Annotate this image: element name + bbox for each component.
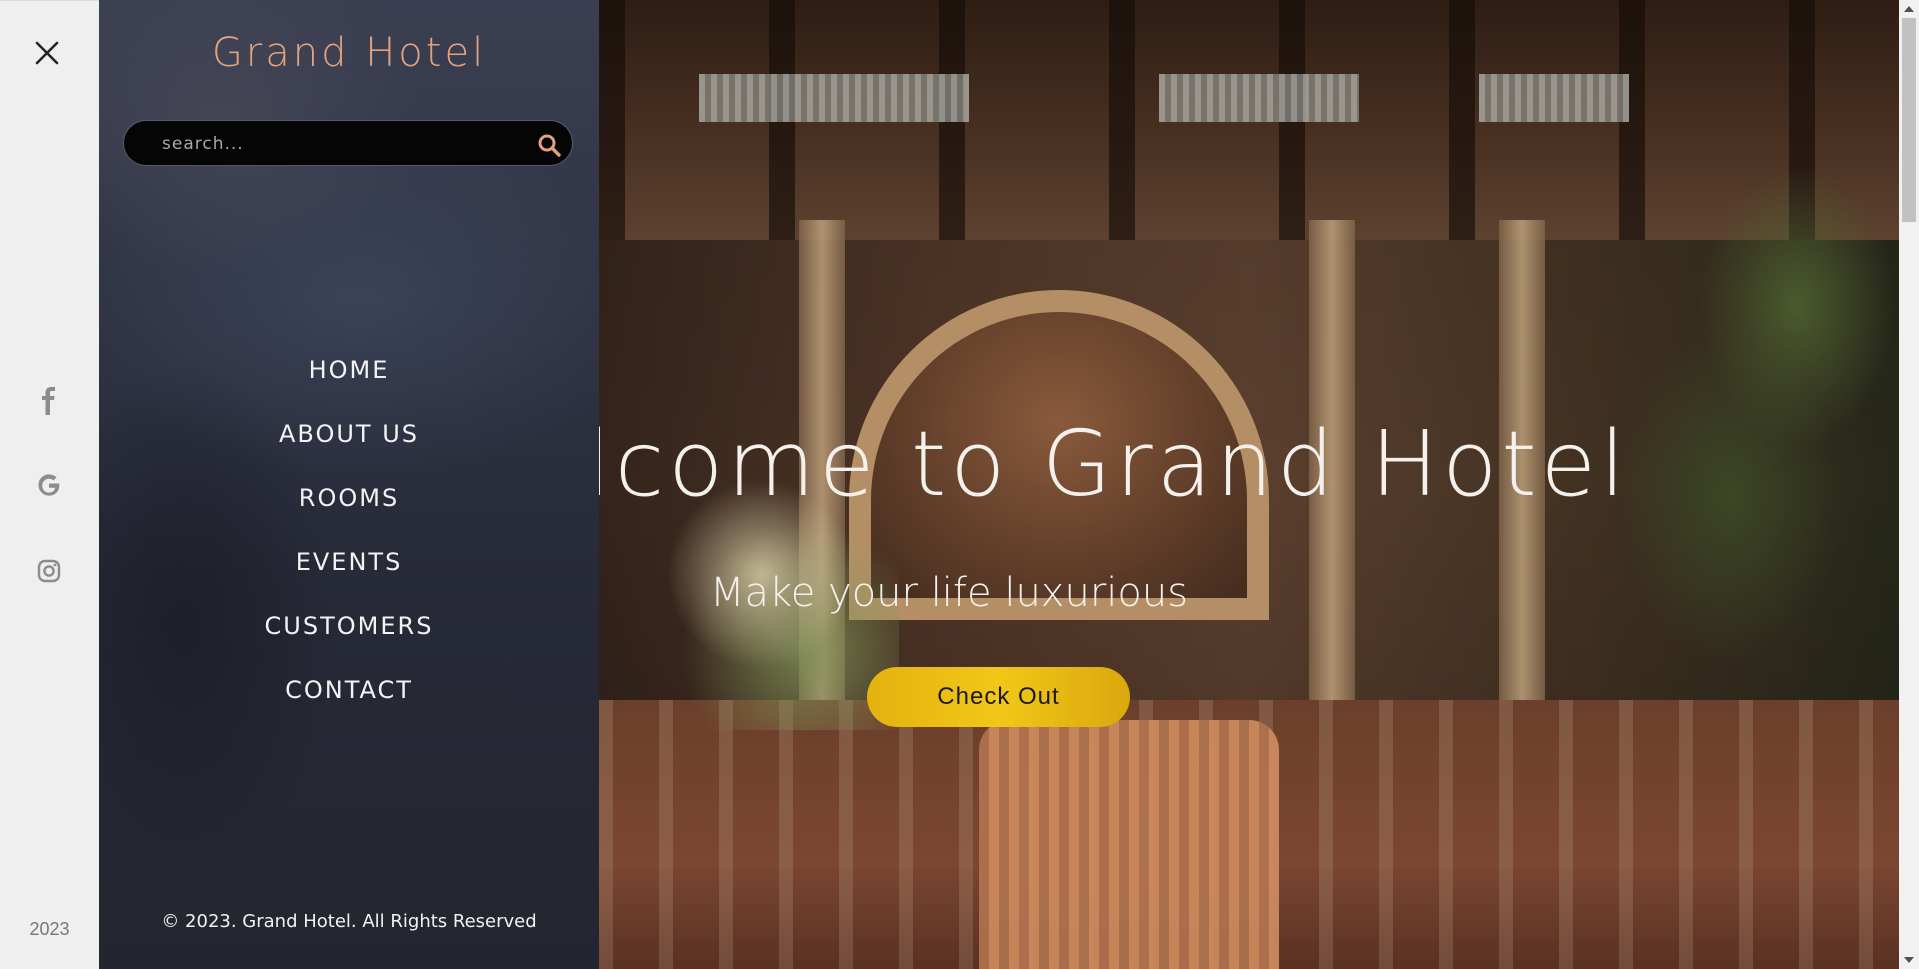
main-nav: HOME ABOUT US ROOMS EVENTS CUSTOMERS CON… bbox=[99, 352, 599, 736]
nav-item-home[interactable]: HOME bbox=[99, 352, 599, 416]
left-rail: 2023 bbox=[0, 0, 99, 969]
search-icon[interactable] bbox=[536, 132, 562, 158]
close-menu-button[interactable] bbox=[29, 35, 65, 71]
facebook-link[interactable] bbox=[33, 385, 65, 417]
copyright-text: © 2023. Grand Hotel. All Rights Reserved bbox=[161, 911, 537, 932]
brand-logo[interactable]: Grand Hotel bbox=[99, 30, 599, 76]
hero-title: Welcome to Grand Hotel bbox=[599, 410, 1649, 520]
check-out-button[interactable]: Check Out bbox=[867, 667, 1130, 727]
nav-item-about-us[interactable]: ABOUT US bbox=[99, 416, 599, 480]
hero-subtitle-text: Make your life luxurious bbox=[709, 570, 1189, 616]
rail-year: 2023 bbox=[29, 919, 70, 939]
nav-item-events[interactable]: EVENTS bbox=[99, 544, 599, 608]
search-box bbox=[123, 120, 573, 167]
hero-section: Welcome to Grand Hotel Make your life lu… bbox=[599, 0, 1899, 969]
scroll-up-arrow-icon[interactable] bbox=[1904, 6, 1914, 12]
nav-item-contact[interactable]: CONTACT bbox=[99, 672, 599, 736]
page-scrollbar[interactable] bbox=[1899, 0, 1919, 969]
search-input[interactable] bbox=[160, 121, 524, 167]
facebook-icon bbox=[42, 387, 55, 415]
hero-subtitle: Make your life luxurious bbox=[599, 570, 1299, 616]
instagram-link[interactable] bbox=[33, 555, 65, 587]
google-icon bbox=[38, 474, 60, 496]
google-link[interactable] bbox=[33, 469, 65, 501]
scroll-thumb[interactable] bbox=[1902, 18, 1916, 222]
scroll-down-arrow-icon[interactable] bbox=[1904, 957, 1914, 963]
hero-background-chairs bbox=[979, 720, 1279, 969]
instagram-icon bbox=[37, 559, 61, 583]
hero-title-text: Welcome to Grand Hotel bbox=[599, 412, 1629, 517]
close-icon bbox=[35, 41, 59, 65]
hero-background-skylight bbox=[1159, 74, 1359, 122]
nav-item-rooms[interactable]: ROOMS bbox=[99, 480, 599, 544]
nav-item-customers[interactable]: CUSTOMERS bbox=[99, 608, 599, 672]
hero-background-skylight bbox=[699, 74, 969, 122]
side-menu: Grand Hotel HOME ABOUT US ROOMS EVENTS C… bbox=[99, 0, 599, 969]
